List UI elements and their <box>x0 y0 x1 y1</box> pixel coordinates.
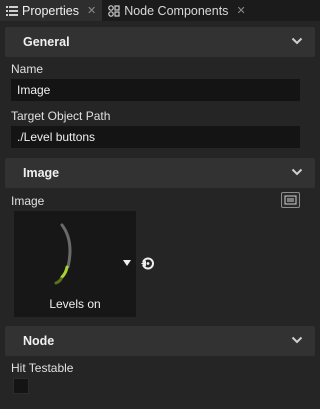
chevron-down-icon <box>291 168 303 176</box>
image-thumbnail[interactable]: Levels on <box>14 211 136 317</box>
image-label: Image <box>11 194 45 208</box>
section-title-general: General <box>23 35 70 49</box>
hit-testable-label: Hit Testable <box>11 361 74 375</box>
chevron-down-icon <box>291 37 303 45</box>
chevron-down-icon <box>291 336 303 344</box>
levels-on-preview <box>54 223 72 285</box>
section-header-general[interactable]: General <box>5 27 315 57</box>
properties-panel: General Name Image Target Object Path ./… <box>0 21 320 409</box>
components-icon <box>108 4 120 17</box>
target-path-value: ./Level buttons <box>17 130 96 144</box>
reset-icon[interactable] <box>140 256 155 271</box>
tab-node-components-label: Node Components <box>124 3 229 18</box>
tab-node-components[interactable]: Node Components ✕ <box>102 0 251 21</box>
hit-testable-checkbox[interactable] <box>13 378 29 394</box>
section-header-image[interactable]: Image <box>5 158 315 188</box>
browse-icon <box>284 195 297 205</box>
close-icon[interactable]: ✕ <box>236 4 245 17</box>
name-field[interactable]: Image <box>11 79 300 101</box>
target-path-label: Target Object Path <box>11 109 111 123</box>
tab-properties[interactable]: Properties ✕ <box>0 0 103 21</box>
list-icon <box>6 5 18 17</box>
target-path-field[interactable]: ./Level buttons <box>11 126 300 148</box>
name-label: Name <box>11 62 44 76</box>
dropdown-arrow-icon[interactable] <box>122 259 132 267</box>
tab-bar: Properties ✕ Node Components ✕ <box>0 0 320 21</box>
section-title-node: Node <box>23 334 55 348</box>
tab-properties-label: Properties <box>22 3 79 18</box>
section-header-node[interactable]: Node <box>5 326 315 356</box>
name-field-value: Image <box>17 83 51 97</box>
close-icon[interactable]: ✕ <box>87 4 96 17</box>
section-title-image: Image <box>23 166 60 180</box>
browse-button[interactable] <box>281 192 300 208</box>
thumbnail-caption: Levels on <box>49 297 101 311</box>
